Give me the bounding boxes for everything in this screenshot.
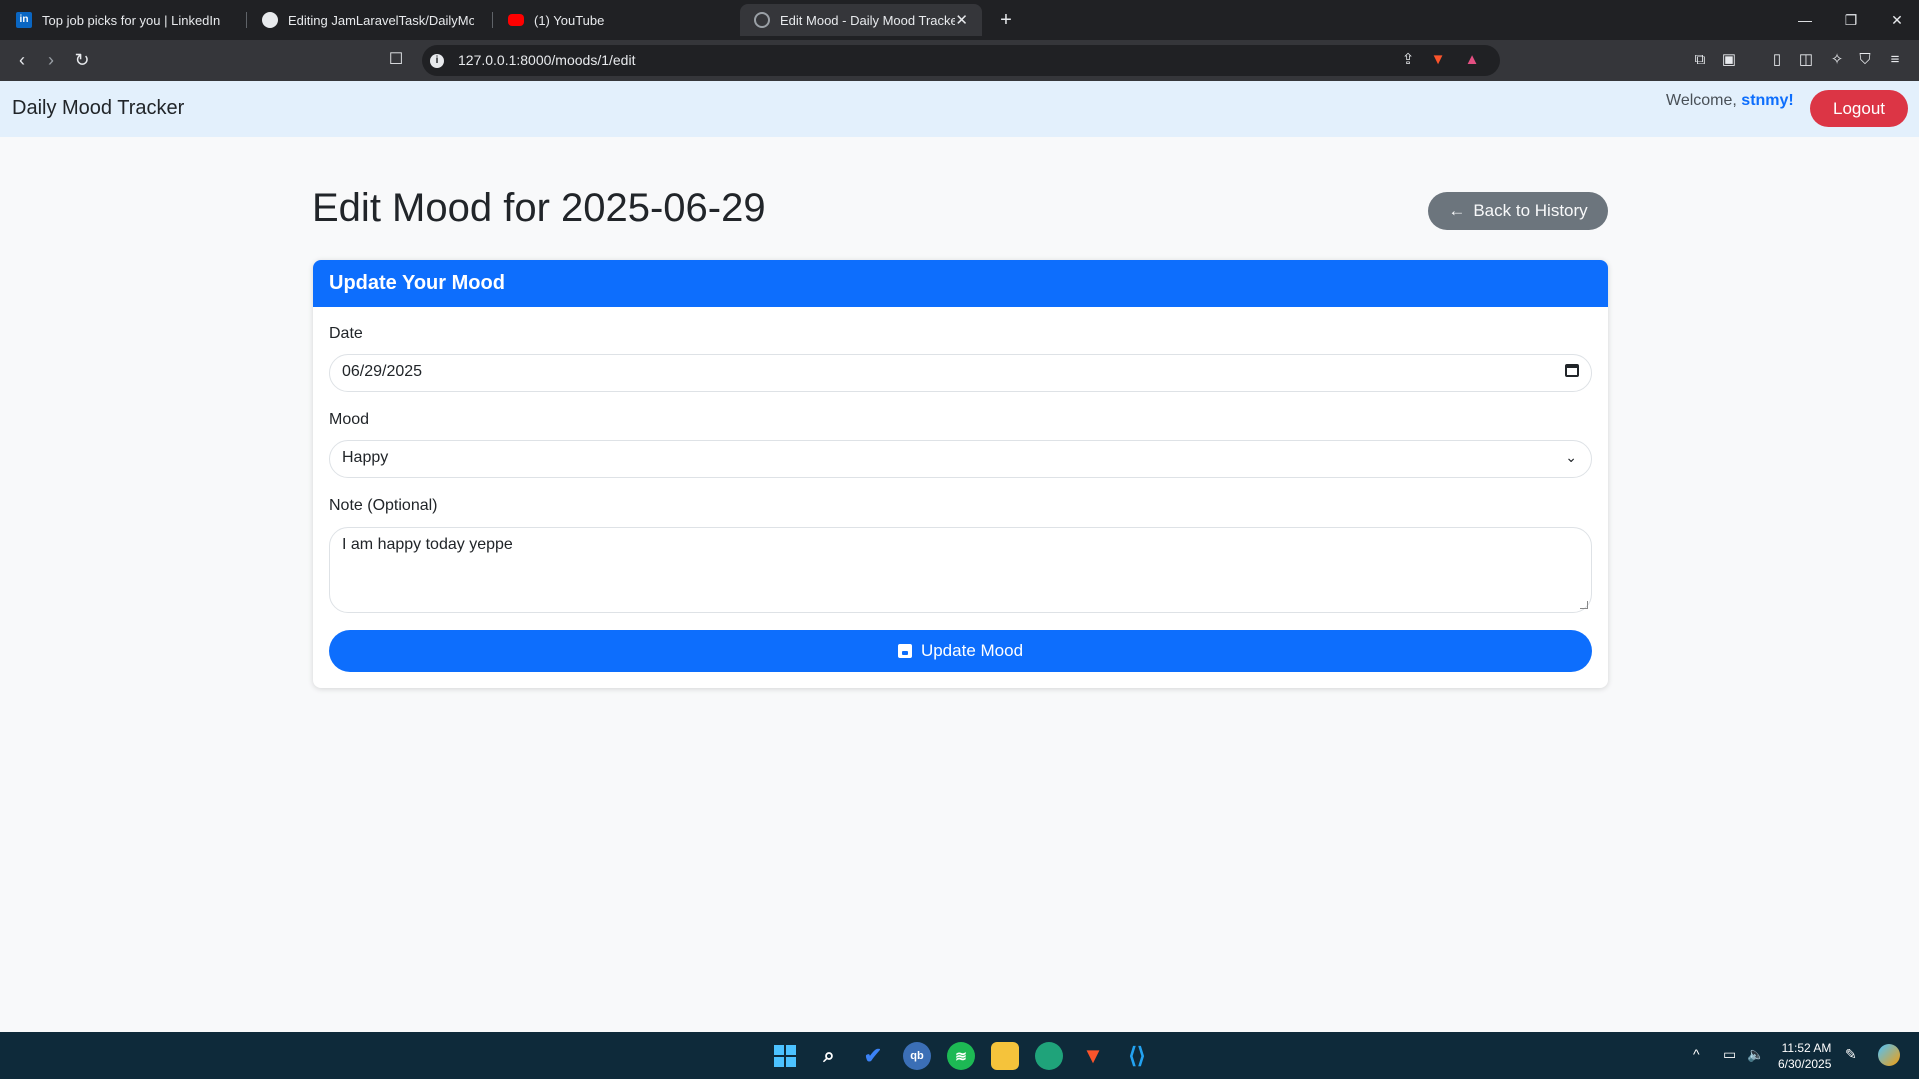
notification-icon[interactable]: ✎ (1845, 1046, 1857, 1063)
edge-icon[interactable] (1035, 1042, 1063, 1070)
date-label: Date (329, 325, 363, 342)
chevron-down-icon: ⌄ (1565, 449, 1577, 465)
close-window-icon[interactable]: ✕ (1885, 8, 1909, 32)
search-icon[interactable]: ⌕ (815, 1042, 843, 1070)
tab-separator (492, 12, 493, 28)
back-to-history-label: Back to History (1473, 201, 1588, 220)
globe-icon (754, 12, 770, 28)
resize-handle-icon[interactable] (1580, 601, 1588, 609)
tab-search-icon[interactable]: ▣ (1717, 48, 1741, 72)
welcome-prefix: Welcome, (1666, 92, 1737, 109)
windows-start-icon[interactable] (771, 1042, 799, 1070)
username: stnmy! (1741, 92, 1794, 109)
back-to-history-button[interactable]: ← Back to History (1428, 192, 1608, 230)
mood-form-card: Update Your Mood Date 06/29/2025 Mood Ha… (313, 260, 1608, 688)
address-bar[interactable]: i 127.0.0.1:8000/moods/1/edit ⇪ ▼ ▲ (422, 45, 1500, 76)
save-icon (897, 644, 912, 658)
file-explorer-icon[interactable] (991, 1042, 1019, 1070)
tab-github[interactable]: Editing JamLaravelTask/DailyMood/R (248, 4, 488, 36)
tab-title: Editing JamLaravelTask/DailyMood/R (288, 12, 474, 28)
brave-rewards-icon[interactable]: ▲ (1460, 48, 1484, 72)
tab-separator (246, 12, 247, 28)
restore-icon[interactable]: ❐ (1839, 8, 1863, 32)
note-label: Note (Optional) (329, 497, 438, 514)
linkedin-icon: in (16, 12, 32, 28)
volume-icon[interactable]: 🔈 (1747, 1046, 1764, 1063)
tab-linkedin[interactable]: in Top job picks for you | LinkedIn (2, 4, 242, 36)
network-icon[interactable]: ▭ (1723, 1046, 1736, 1063)
tab-title: (1) YouTube (534, 12, 605, 28)
tray-chevron-up-icon[interactable]: ^ (1693, 1046, 1700, 1062)
leo-ai-icon[interactable]: ✧ (1825, 48, 1849, 72)
arrow-left-icon: ← (1448, 201, 1466, 220)
vpn-icon[interactable]: ⛉ (1853, 48, 1877, 72)
bookmark-icon[interactable]: ☐ (384, 48, 408, 72)
share-icon[interactable]: ⇪ (1396, 48, 1420, 72)
app-brand[interactable]: Daily Mood Tracker (12, 97, 184, 120)
copilot-icon[interactable] (1878, 1044, 1900, 1066)
date-value: 06/29/2025 (342, 363, 423, 380)
browser-toolbar: ‹ › ↻ ☐ i 127.0.0.1:8000/moods/1/edit ⇪ … (0, 40, 1919, 81)
site-info-icon[interactable]: i (430, 54, 444, 68)
brave-shields-icon[interactable]: ▼ (1426, 48, 1450, 72)
page-title: Edit Mood for 2025-06-29 (312, 186, 766, 230)
note-value: I am happy today yeppe (342, 536, 513, 553)
github-icon (262, 12, 278, 28)
browser-tab-bar: in Top job picks for you | LinkedIn Edit… (0, 0, 1919, 40)
windows-taskbar: ⌕ ✔ qb ≋ ▼ ⟨⟩ ^ ▭ 🔈 11:52 AM 6/30/2025 ✎ (0, 1032, 1919, 1079)
sidebar-icon[interactable]: ▯ (1765, 48, 1789, 72)
app-navbar: Daily Mood Tracker Welcome, stnmy! Logou… (0, 81, 1919, 137)
url-text: 127.0.0.1:8000/moods/1/edit (458, 52, 636, 68)
wallet-icon[interactable]: ◫ (1794, 48, 1818, 72)
minimize-icon[interactable]: — (1793, 8, 1817, 32)
mood-value: Happy (342, 449, 389, 466)
clock-date: 6/30/2025 (1778, 1057, 1832, 1071)
new-tab-button[interactable]: + (994, 8, 1018, 32)
tab-youtube[interactable]: (1) YouTube (494, 4, 734, 36)
tab-title: Edit Mood - Daily Mood Tracker (780, 12, 956, 28)
vscode-icon[interactable]: ⟨⟩ (1123, 1042, 1151, 1070)
date-input[interactable]: 06/29/2025 (329, 354, 1592, 392)
close-tab-icon[interactable]: ✕ (955, 11, 968, 29)
tab-edit-mood[interactable]: Edit Mood - Daily Mood Tracker ✕ (740, 4, 982, 36)
qbittorrent-icon[interactable]: qb (903, 1042, 931, 1070)
update-mood-button[interactable]: Update Mood (329, 630, 1592, 672)
update-mood-label: Update Mood (920, 641, 1024, 660)
forward-icon[interactable]: › (39, 48, 63, 72)
brave-icon[interactable]: ▼ (1079, 1042, 1107, 1070)
system-clock[interactable]: 11:52 AM 6/30/2025 (1778, 1040, 1831, 1072)
todo-icon[interactable]: ✔ (859, 1042, 887, 1070)
tab-title: Top job picks for you | LinkedIn (42, 12, 221, 28)
clock-time: 11:52 AM (1781, 1041, 1832, 1055)
spotify-icon[interactable]: ≋ (947, 1042, 975, 1070)
menu-icon[interactable]: ≡ (1883, 48, 1907, 72)
reload-icon[interactable]: ↻ (70, 48, 94, 72)
welcome-message: Welcome, stnmy! (1666, 92, 1794, 110)
mood-select[interactable]: Happy ⌄ (329, 440, 1592, 478)
calendar-icon[interactable] (1565, 364, 1579, 377)
logout-button[interactable]: Logout (1810, 90, 1908, 127)
mood-label: Mood (329, 411, 370, 428)
card-header: Update Your Mood (313, 260, 1608, 307)
back-icon[interactable]: ‹ (10, 48, 34, 72)
note-textarea[interactable]: I am happy today yeppe (329, 527, 1592, 613)
extensions-icon[interactable]: ⧉ (1688, 48, 1712, 72)
youtube-icon (508, 14, 524, 26)
